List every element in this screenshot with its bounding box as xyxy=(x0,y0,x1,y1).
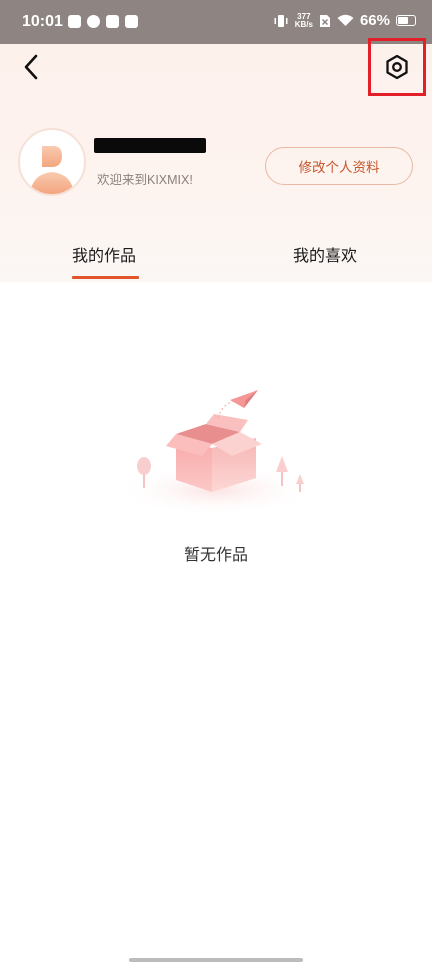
edit-profile-button[interactable]: 修改个人资料 xyxy=(265,147,413,185)
network-speed-unit: KB/s xyxy=(294,19,313,29)
back-button[interactable] xyxy=(14,50,48,84)
message-notification-icon xyxy=(125,15,138,28)
welcome-text: 欢迎来到KIXMIX! xyxy=(97,173,193,187)
app-notification-icon xyxy=(87,15,100,28)
active-tab-indicator xyxy=(72,276,139,279)
empty-state-text: 暂无作品 xyxy=(183,545,248,564)
battery-icon xyxy=(396,15,416,26)
home-indicator[interactable] xyxy=(129,958,303,962)
tab-my-works[interactable]: 我的作品 xyxy=(72,242,136,266)
username-redacted xyxy=(94,138,206,153)
vibrate-icon xyxy=(274,14,288,27)
tiktok-notification-icon xyxy=(106,15,119,28)
battery-percent: 66% xyxy=(359,12,390,29)
chevron-left-icon xyxy=(24,54,38,80)
tab-my-likes[interactable]: 我的喜欢 xyxy=(293,242,357,266)
no-sim-icon xyxy=(319,14,330,27)
battery-fill xyxy=(398,17,408,24)
notification-icons xyxy=(68,15,138,28)
avatar[interactable] xyxy=(18,128,86,196)
hexagon-settings-icon xyxy=(386,54,408,80)
settings-button[interactable] xyxy=(368,38,426,96)
calendar-notification-icon xyxy=(68,15,81,28)
empty-box-illustration xyxy=(116,390,316,516)
status-time: 10:01 xyxy=(22,13,63,30)
wifi-icon xyxy=(337,14,354,26)
status-right-group: 377 KB/s 66% xyxy=(273,12,416,29)
default-avatar-icon xyxy=(30,146,74,194)
network-speed: 377 KB/s xyxy=(294,12,313,29)
